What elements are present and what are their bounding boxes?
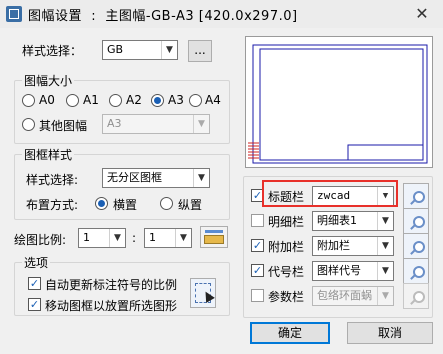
row-label-3: 代号栏 — [268, 265, 305, 279]
row-label-2: 附加栏 — [268, 240, 305, 254]
scale-left-combo[interactable]: 1 ▼ — [78, 228, 126, 248]
auto-update-label: 自动更新标注符号的比例 — [45, 278, 178, 292]
radio-a0[interactable] — [22, 94, 35, 107]
move-frame-checkbox[interactable]: ✓ — [28, 298, 41, 311]
row-combo-value-3: 图样代号 — [317, 264, 361, 277]
close-icon[interactable]: ✕ — [410, 4, 434, 24]
paper-size-title: 图幅大小 — [22, 72, 75, 89]
title-bar: 图幅设置 : 主图幅-GB-A3 [420.0x297.0] ✕ — [0, 0, 443, 28]
other-size-value: A3 — [107, 117, 122, 130]
style-select-label: 样式选择： — [22, 44, 83, 58]
chevron-down-icon[interactable]: ▼ — [377, 237, 393, 255]
title-block — [347, 144, 424, 161]
frame-style-value: 无分区图框 — [107, 171, 162, 184]
app-icon — [6, 6, 22, 22]
inner-border — [259, 48, 424, 161]
radio-a1-label: A1 — [83, 93, 99, 107]
frame-style-title: 图框样式 — [22, 146, 75, 163]
measure-scale-button[interactable] — [200, 226, 228, 248]
radio-portrait-label: 纵置 — [178, 198, 203, 212]
style-select-value: GB — [107, 43, 124, 56]
scale-left-value: 1 — [83, 231, 90, 244]
row-combo-1[interactable]: 明细表1 ▼ — [312, 211, 394, 231]
row-checkbox-1[interactable]: ✓ — [251, 214, 264, 227]
row-pick-button-2[interactable] — [403, 233, 429, 259]
options-title: 选项 — [22, 254, 51, 271]
magnifier-icon — [413, 216, 425, 228]
radio-a3-label: A3 — [168, 93, 184, 107]
scale-label: 绘图比例: — [14, 233, 67, 247]
radio-a3[interactable] — [151, 94, 164, 107]
row-combo-2[interactable]: 附加栏 ▼ — [312, 236, 394, 256]
row-checkbox-3[interactable]: ✓ — [251, 264, 264, 277]
scale-right-combo[interactable]: 1 ▼ — [144, 228, 192, 248]
radio-a2[interactable] — [109, 94, 122, 107]
radio-a2-label: A2 — [126, 93, 142, 107]
chevron-down-icon[interactable]: ▼ — [193, 169, 209, 187]
radio-other-size[interactable] — [22, 118, 35, 131]
chevron-down-icon[interactable]: ▼ — [161, 41, 177, 59]
window-title: 图幅设置 : 主图幅-GB-A3 [420.0x297.0] — [28, 9, 298, 24]
magnifier-icon — [413, 191, 425, 203]
chevron-down-icon[interactable]: ▼ — [175, 229, 191, 247]
move-frame-label: 移动图框以放置所选图形 — [45, 299, 178, 313]
row-combo-value-2: 附加栏 — [317, 239, 350, 252]
radio-landscape[interactable] — [95, 197, 108, 210]
row-pick-button-4[interactable] — [403, 283, 429, 309]
magnifier-icon — [413, 241, 425, 253]
radio-a0-label: A0 — [39, 93, 55, 107]
paper-size-group — [14, 80, 230, 144]
frame-style-combo[interactable]: 无分区图框 ▼ — [102, 168, 210, 188]
row-combo-value-4: 包络环面蜗 — [317, 289, 372, 302]
layout-label: 布置方式: — [26, 198, 79, 212]
row-combo-value-1: 明细表1 — [317, 214, 357, 227]
ok-button[interactable]: 确定 — [250, 322, 330, 344]
title-block-highlight — [262, 180, 398, 207]
chevron-down-icon[interactable]: ▼ — [377, 262, 393, 280]
row-combo-3[interactable]: 图样代号 ▼ — [312, 261, 394, 281]
row-checkbox-2[interactable]: ✓ — [251, 239, 264, 252]
frame-style-select-label: 样式选择: — [26, 173, 79, 187]
frame-preview-drawing — [248, 44, 428, 164]
radio-a4-label: A4 — [205, 93, 221, 107]
other-size-combo[interactable]: A3 ▼ — [102, 114, 210, 134]
radio-landscape-label: 横置 — [113, 198, 138, 212]
chevron-down-icon[interactable]: ▼ — [109, 229, 125, 247]
magnifier-icon — [413, 291, 425, 303]
row-pick-button-0[interactable] — [403, 183, 429, 209]
auto-update-checkbox[interactable]: ✓ — [28, 277, 41, 290]
chevron-down-icon[interactable]: ▼ — [377, 212, 393, 230]
chevron-down-icon[interactable]: ▼ — [193, 115, 209, 133]
frame-preview — [245, 36, 433, 168]
chevron-down-icon[interactable]: ▼ — [377, 287, 393, 305]
row-checkbox-4[interactable]: ✓ — [251, 289, 264, 302]
radio-a4[interactable] — [189, 94, 202, 107]
pick-objects-button[interactable] — [190, 278, 216, 308]
row-combo-4[interactable]: 包络环面蜗 ▼ — [312, 286, 394, 306]
row-pick-button-1[interactable] — [403, 208, 429, 234]
row-pick-button-3[interactable] — [403, 258, 429, 284]
style-more-button[interactable]: ... — [188, 40, 212, 62]
row-label-4: 参数栏 — [268, 290, 305, 304]
radio-other-size-label: 其他图幅 — [39, 119, 88, 133]
style-select-combo[interactable]: GB ▼ — [102, 40, 178, 60]
row-label-1: 明细栏 — [268, 215, 305, 229]
radio-portrait[interactable] — [160, 197, 173, 210]
scale-right-value: 1 — [149, 231, 156, 244]
ruler-icon — [204, 235, 224, 244]
radio-a1[interactable] — [66, 94, 79, 107]
magnifier-icon — [413, 266, 425, 278]
scale-separator: : — [132, 231, 137, 245]
ruler-arrow-icon — [205, 230, 223, 233]
cancel-button[interactable]: 取消 — [347, 322, 433, 344]
